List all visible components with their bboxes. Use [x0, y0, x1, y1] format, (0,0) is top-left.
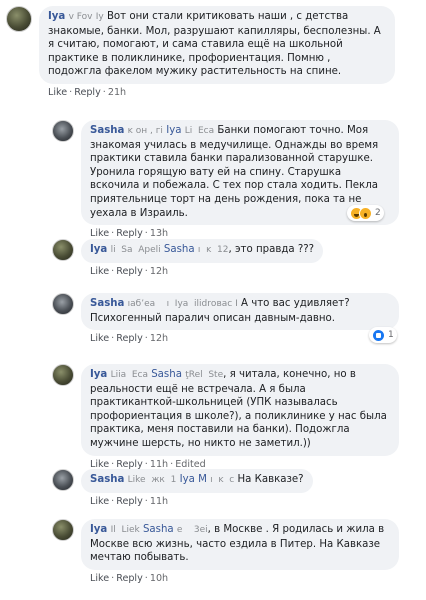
comment-actions: Like · Reply · 12h — [90, 265, 169, 277]
like-button[interactable]: Like — [90, 228, 109, 239]
comment-text: Банки помогают точно. Моя знакомая учила… — [90, 125, 379, 219]
hover-overlay-text-2: ı ĸ 12 — [197, 245, 229, 255]
reaction-count: 2 — [375, 208, 381, 218]
comment-bubble: Sasha ıаб’еа ı Iya ilidrовас I А что вас… — [81, 293, 399, 331]
comment-3: Iya li Sa Ареli Sasha ı ĸ 12, это правда… — [52, 239, 420, 277]
comment-author[interactable]: Iya — [90, 244, 107, 255]
avatar[interactable] — [52, 519, 74, 541]
mention-link[interactable]: Iya M — [180, 474, 207, 485]
reply-button[interactable]: Reply — [116, 228, 143, 239]
reply-button[interactable]: Reply — [116, 496, 143, 507]
comment-time[interactable]: 13h — [150, 228, 168, 239]
mention-link[interactable]: Sasha — [164, 244, 195, 255]
comment-text: На Кавказе? — [237, 474, 304, 485]
comment-actions: Like · Reply · 10h — [90, 572, 169, 584]
comment-5: Iya Liіа Еса Sasha ţRel Ѕtе, я читала, к… — [52, 364, 420, 470]
reply-button[interactable]: Reply — [74, 87, 101, 98]
comment-bubble: Iya Il Liеk Sasha е 3еі, в Москве . Я ро… — [81, 519, 399, 570]
like-button[interactable]: Like — [90, 459, 109, 470]
comment-actions: Like · Reply · 11h · Edited — [90, 458, 206, 470]
avatar[interactable] — [52, 469, 74, 491]
hover-overlay-text-2: ţRel Ѕtе — [185, 370, 224, 380]
hover-overlay-text-2: Li Еса — [184, 126, 215, 136]
comment-7: Iya Il Liеk Sasha е 3еі, в Москве . Я ро… — [52, 519, 420, 584]
comment-1: Iya v Fov Iy Вот они стали критиковать н… — [6, 6, 420, 98]
mention-link[interactable]: Sasha — [143, 524, 174, 535]
reply-button[interactable]: Reply — [116, 573, 143, 584]
comment-author[interactable]: Sasha — [90, 125, 124, 136]
comment-author[interactable]: Sasha — [90, 298, 124, 309]
avatar[interactable] — [52, 120, 74, 142]
hover-overlay-text: ĸ он , гі — [127, 126, 163, 136]
like-button[interactable]: Like — [90, 333, 109, 344]
comment-actions: Like · Reply · 11h — [90, 495, 169, 507]
comment-author[interactable]: Iya — [90, 369, 107, 380]
hover-overlay-text: Il Liеk — [110, 525, 140, 535]
comment-actions: Like · Reply · 12h — [90, 333, 169, 345]
comment-time[interactable]: 11h — [150, 459, 168, 470]
comment-time[interactable]: 21h — [108, 87, 126, 98]
hover-overlay-text-2: е 3еі — [176, 525, 208, 535]
comment-actions: Like · Reply · 13h — [90, 228, 169, 240]
reaction-count: 1 — [388, 330, 394, 340]
hover-overlay-text-2: Iy — [95, 12, 104, 22]
hover-overlay-text: li Sa Ареli — [110, 245, 161, 255]
hover-overlay-text-2: ı ĸ с — [210, 475, 235, 485]
avatar[interactable] — [52, 239, 74, 261]
mention-link[interactable]: Sasha — [151, 369, 182, 380]
reaction-summary[interactable]: 2 — [347, 205, 384, 221]
hover-overlay-text: v Fov — [68, 12, 93, 22]
comment-time[interactable]: 11h — [150, 496, 168, 507]
comment-author[interactable]: Iya — [48, 11, 65, 22]
avatar[interactable] — [6, 6, 32, 32]
comment-4: Sasha ıаб’еа ı Iya ilidrовас I А что вас… — [52, 293, 420, 344]
comment-time[interactable]: 12h — [150, 333, 168, 344]
like-button[interactable]: Like — [90, 266, 109, 277]
comment-text: , это правда ??? — [228, 244, 315, 255]
comment-bubble: Sasha Like жк 1 Iya M ı ĸ с На Кавказе? — [81, 469, 313, 493]
comment-time[interactable]: 10h — [150, 573, 168, 584]
like-button[interactable]: Like — [48, 87, 67, 98]
reply-button[interactable]: Reply — [116, 333, 143, 344]
comment-author[interactable]: Iya — [90, 524, 107, 535]
comment-author[interactable]: Sasha — [90, 474, 124, 485]
comment-text: , я читала, конечно, но в реальности ещё… — [90, 369, 387, 449]
reply-button[interactable]: Reply — [116, 459, 143, 470]
avatar[interactable] — [52, 293, 74, 315]
comment-time[interactable]: 12h — [150, 266, 168, 277]
comment-bubble: Iya Liіа Еса Sasha ţRel Ѕtе, я читала, к… — [81, 364, 399, 456]
reaction-summary[interactable]: 1 — [369, 327, 397, 343]
mention-link[interactable]: Iya — [166, 125, 181, 136]
comment-actions: Like · Reply · 21h — [48, 86, 127, 98]
hover-overlay-text: Like жк 1 — [127, 475, 177, 485]
wow-reaction-icon — [359, 206, 372, 220]
comment-6: Sasha Like жк 1 Iya M ı ĸ с На Кавказе? … — [52, 469, 420, 507]
comment-2: Sasha ĸ он , гі Iya Li Еса Банки помогаю… — [52, 120, 420, 239]
like-reaction-icon — [372, 328, 385, 342]
comment-bubble: Iya v Fov Iy Вот они стали критиковать н… — [39, 6, 395, 84]
reply-button[interactable]: Reply — [116, 266, 143, 277]
comment-bubble: Iya li Sa Ареli Sasha ı ĸ 12, это правда… — [81, 239, 324, 263]
like-button[interactable]: Like — [90, 573, 109, 584]
edited-label[interactable]: Edited — [175, 459, 206, 470]
like-button[interactable]: Like — [90, 496, 109, 507]
hover-overlay-text: ıаб’еа ı Iya ilidrовас I — [127, 299, 238, 309]
avatar[interactable] — [52, 364, 74, 386]
hover-overlay-text: Liіа Еса — [110, 370, 148, 380]
